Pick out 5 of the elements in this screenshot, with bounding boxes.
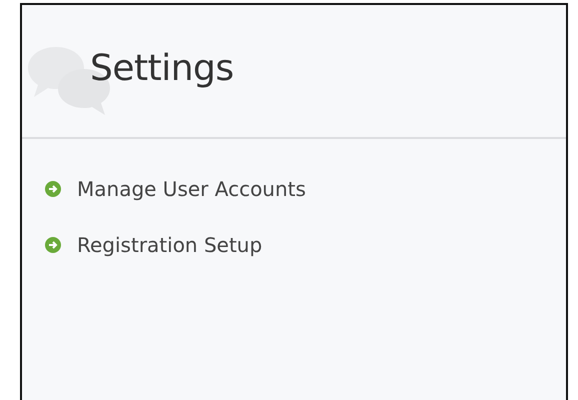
settings-link[interactable]: Manage User Accounts bbox=[77, 177, 306, 201]
arrow-circle-icon bbox=[45, 181, 61, 197]
arrow-circle-icon bbox=[45, 237, 61, 253]
settings-link[interactable]: Registration Setup bbox=[77, 233, 262, 257]
panel-title: Settings bbox=[90, 48, 234, 90]
